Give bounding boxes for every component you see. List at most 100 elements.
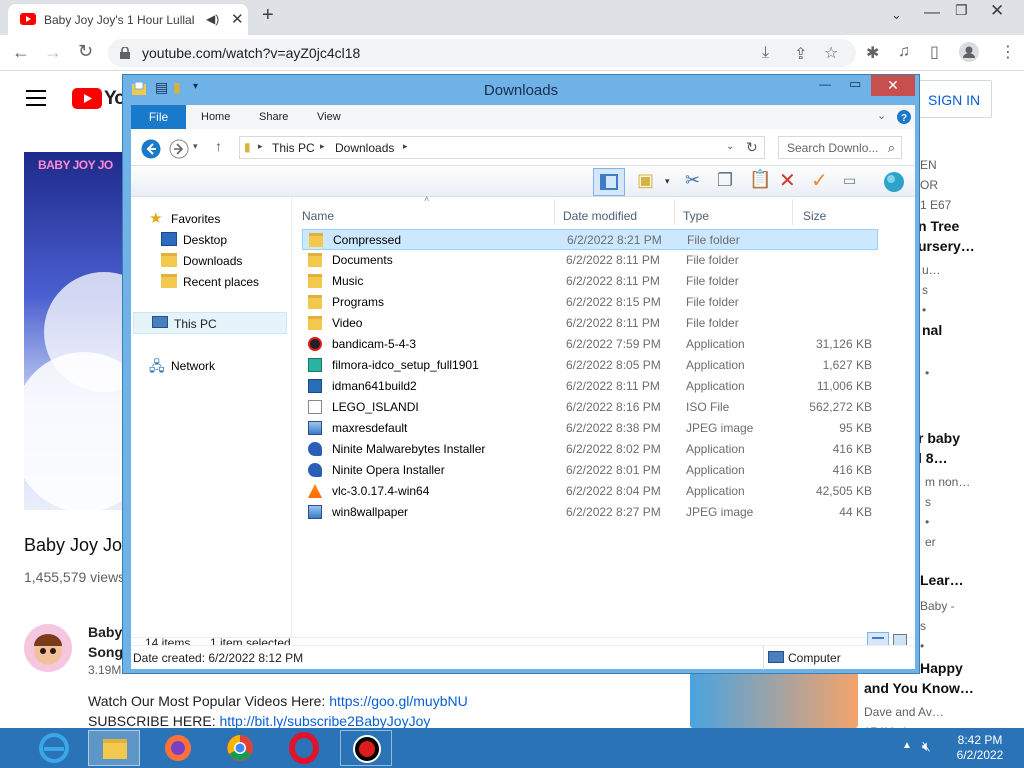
file-explorer-taskbar-button[interactable] xyxy=(88,730,140,766)
show-hidden-icons-icon[interactable]: ▲ xyxy=(902,740,912,751)
preview-pane-button[interactable] xyxy=(593,168,625,196)
table-row[interactable]: Ninite Malwarebytes Installer 6/2/2022 8:… xyxy=(302,439,878,460)
youtube-logo-icon[interactable] xyxy=(72,88,102,109)
window-close-button[interactable]: ✕ xyxy=(871,75,915,96)
column-divider[interactable] xyxy=(674,199,675,225)
window-titlebar[interactable]: ▤ ▮ ▾ Downloads — ▭ ✕ xyxy=(123,75,919,105)
table-row[interactable]: bandicam-5-4-3 6/2/2022 7:59 PM Applicatio… xyxy=(302,334,878,355)
tab-close-icon[interactable]: ✕ xyxy=(231,10,244,28)
tab-share[interactable]: Share xyxy=(259,105,288,129)
firefox-icon[interactable] xyxy=(152,730,204,766)
breadcrumb-separator-icon[interactable]: ▸ xyxy=(258,141,263,152)
table-row[interactable]: Ninite Opera Installer 6/2/2022 8:01 PM Ap… xyxy=(302,460,878,481)
bookmark-star-icon[interactable]: ☆ xyxy=(824,43,838,63)
recommendation-partial[interactable]: EN OR 1 E67 xyxy=(920,155,951,215)
column-header-size[interactable]: Size xyxy=(803,209,826,223)
forward-icon[interactable] xyxy=(169,139,189,159)
profile-avatar-icon[interactable] xyxy=(959,42,979,62)
breadcrumb-separator-icon[interactable]: ▸ xyxy=(320,141,325,152)
channel-name[interactable]: Baby xyxy=(88,624,122,640)
properties-folder-icon[interactable]: ▣ xyxy=(637,170,654,191)
help-icon[interactable]: ? xyxy=(897,110,911,124)
search-input[interactable]: Search Downlo... ⌕ xyxy=(778,136,902,159)
table-row[interactable]: maxresdefault 6/2/2022 8:38 PM JPEG image 9… xyxy=(302,418,878,439)
nav-this-pc-selected[interactable]: This PC xyxy=(133,312,287,334)
table-row[interactable]: filmora-idco_setup_full1901 6/2/2022 8:05… xyxy=(302,355,878,376)
tab-file[interactable]: File xyxy=(131,105,186,129)
chrome-icon[interactable] xyxy=(214,730,266,766)
close-icon[interactable]: ✕ xyxy=(990,1,1004,21)
extensions-icon[interactable]: ✱ xyxy=(866,43,879,63)
table-row[interactable]: idman641build2 6/2/2022 8:11 PM Applicatio… xyxy=(302,376,878,397)
column-divider[interactable] xyxy=(792,199,793,225)
recommendation-title[interactable]: nal xyxy=(922,322,942,338)
address-bar[interactable]: youtube.com/watch?v=ayZ0jc4cl18 ⤓ ⇪ ☆ xyxy=(108,39,856,67)
share-icon[interactable]: ⇪ xyxy=(794,44,807,64)
new-tab-button[interactable]: + xyxy=(262,4,274,27)
menu-icon[interactable]: ⋮ xyxy=(1000,42,1016,62)
window-maximize-icon[interactable]: ▭ xyxy=(849,76,861,92)
side-panel-icon[interactable]: ▯ xyxy=(930,42,939,62)
sign-in-button[interactable]: SIGN IN xyxy=(914,80,992,118)
column-header-name[interactable]: Name xyxy=(302,209,334,223)
channel-avatar[interactable] xyxy=(24,624,72,672)
bandicam-recording-icon[interactable] xyxy=(340,730,392,766)
audio-playing-icon[interactable]: ◀) xyxy=(206,12,219,26)
scrollbar[interactable] xyxy=(907,197,915,637)
window-minimize-icon[interactable]: — xyxy=(819,77,831,91)
address-dropdown-icon[interactable]: ⌄ xyxy=(726,141,734,152)
breadcrumb-separator-icon[interactable]: ▸ xyxy=(403,141,408,152)
rename-check-icon[interactable]: ✓ xyxy=(811,168,828,193)
table-row[interactable]: win8wallpaper 6/2/2022 8:27 PM JPEG image 4… xyxy=(302,502,878,523)
table-row[interactable]: Documents 6/2/2022 8:11 PM File folder xyxy=(302,250,878,271)
video-player[interactable]: BABY JOY JO xyxy=(24,152,132,510)
back-icon[interactable]: ← xyxy=(12,42,30,63)
reload-icon[interactable]: ↻ xyxy=(78,41,93,62)
dropdown-icon[interactable]: ▾ xyxy=(665,176,670,187)
cut-icon[interactable]: ✂ xyxy=(685,170,700,191)
recommendation-title[interactable]: Lear… xyxy=(920,572,964,588)
hamburger-menu-icon[interactable] xyxy=(26,90,46,106)
breadcrumb-downloads[interactable]: Downloads xyxy=(335,141,394,155)
search-icon[interactable]: ⌕ xyxy=(888,140,895,156)
refresh-icon[interactable]: ↻ xyxy=(746,139,758,156)
recommendation-title[interactable]: n Tree ursery… xyxy=(918,216,975,256)
delete-icon[interactable]: ✕ xyxy=(779,168,796,193)
system-clock[interactable]: 8:42 PM 6/2/2022 xyxy=(950,733,1010,763)
column-divider[interactable] xyxy=(554,199,555,225)
internet-explorer-icon[interactable] xyxy=(28,730,80,766)
paste-icon[interactable]: 📋 xyxy=(749,169,771,190)
description-link[interactable]: https://goo.gl/muybNU xyxy=(329,693,468,709)
up-icon[interactable]: ↑ xyxy=(215,138,222,154)
address-breadcrumb[interactable]: ▮ ▸ This PC ▸ Downloads ▸ ⌄ ↻ xyxy=(239,136,765,159)
tab-view[interactable]: View xyxy=(317,105,341,129)
table-row[interactable]: Video 6/2/2022 8:11 PM File folder xyxy=(302,313,878,334)
table-row[interactable]: Programs 6/2/2022 8:15 PM File folder xyxy=(302,292,878,313)
tab-home[interactable]: Home xyxy=(201,105,230,129)
breadcrumb-this-pc[interactable]: This PC xyxy=(272,141,315,155)
globe-icon[interactable] xyxy=(883,171,905,193)
table-row[interactable]: Music 6/2/2022 8:11 PM File folder xyxy=(302,271,878,292)
column-header-date[interactable]: Date modified xyxy=(563,209,637,223)
browser-tab[interactable]: Baby Joy Joy's 1 Hour Lullab ◀) ✕ xyxy=(8,4,248,35)
minimize-icon[interactable]: — xyxy=(924,4,940,22)
forward-icon[interactable]: → xyxy=(44,42,62,63)
column-header-type[interactable]: Type xyxy=(683,209,709,223)
restore-icon[interactable]: ❐ xyxy=(955,2,968,19)
volume-muted-icon[interactable]: 🔇︎ xyxy=(922,738,931,755)
tab-search-icon[interactable]: ⌄ xyxy=(891,7,902,23)
description-link[interactable]: http://bit.ly/subscribe2BabyJoyJoy xyxy=(219,713,430,729)
recommendation-title[interactable]: r baby l 8… xyxy=(918,428,960,468)
ribbon-expand-icon[interactable]: ⌄ xyxy=(877,109,886,122)
media-control-icon[interactable]: ♫ xyxy=(898,43,910,61)
recommendation-thumbnail[interactable] xyxy=(690,672,858,728)
install-icon[interactable]: ⤓ xyxy=(762,44,769,62)
back-icon[interactable] xyxy=(141,139,161,159)
table-row[interactable]: LEGO_ISLANDI 6/2/2022 8:16 PM ISO File 562,… xyxy=(302,397,878,418)
copy-icon[interactable]: ❐ xyxy=(717,170,733,191)
opera-icon[interactable] xyxy=(278,730,330,766)
table-row[interactable]: vlc-3.0.17.4-win64 6/2/2022 8:04 PM Applic… xyxy=(302,481,878,502)
display-icon[interactable]: ▭ xyxy=(843,172,856,189)
table-row-selected[interactable]: Compressed 6/2/2022 8:21 PM File folder xyxy=(302,229,878,250)
recent-locations-dropdown-icon[interactable]: ▾ xyxy=(193,141,198,152)
